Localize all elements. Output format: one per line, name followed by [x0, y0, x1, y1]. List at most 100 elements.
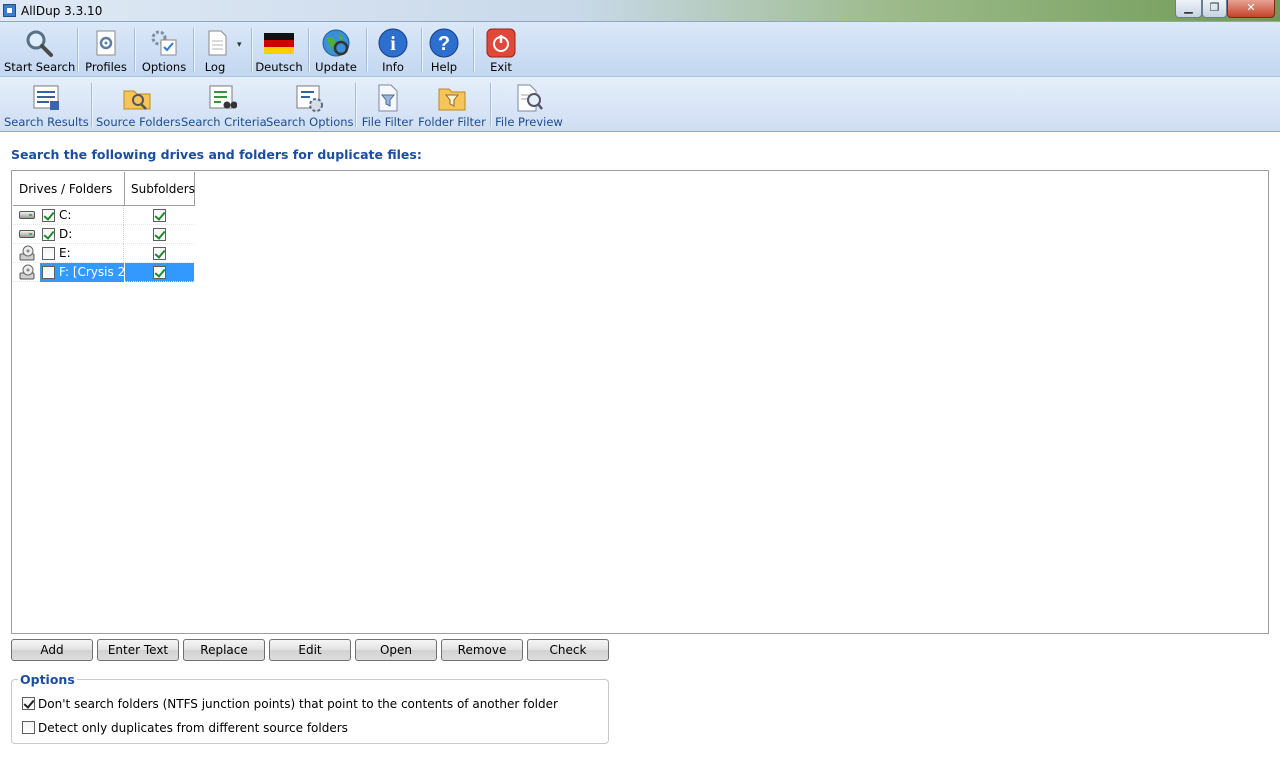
cd-drive-icon: [19, 264, 35, 280]
title-bar: AllDup 3.3.10 ▁ ❐ ✕: [0, 0, 1280, 22]
table-row[interactable]: C:: [13, 206, 194, 225]
cd-drive-icon: [19, 245, 35, 261]
help-label: Help: [430, 60, 458, 74]
edit-button[interactable]: Edit: [269, 639, 351, 661]
profiles-label: Profiles: [85, 60, 127, 74]
tab-search-options[interactable]: Search Options: [266, 77, 354, 132]
tab-folder-filter[interactable]: Folder Filter: [418, 77, 486, 132]
maximize-button[interactable]: ❐: [1202, 0, 1227, 18]
subfolders-checkbox[interactable]: [153, 266, 166, 279]
german-flag-icon: [264, 28, 294, 58]
tab-search-criteria[interactable]: Search Criteria: [181, 77, 267, 132]
tab-source-folders[interactable]: Source Folders: [96, 77, 181, 132]
drive-name: E:: [59, 246, 71, 260]
column-header-drives[interactable]: Drives / Folders: [13, 172, 125, 206]
tab-search-results-label: Search Results: [4, 115, 89, 129]
options-group-title: Options: [18, 672, 77, 687]
table-row[interactable]: D:: [13, 225, 194, 244]
subfolders-cell[interactable]: [125, 225, 194, 244]
log-icon: [202, 28, 232, 58]
drive-name: F: [Crysis 2]: [59, 265, 130, 279]
tab-search-options-label: Search Options: [266, 115, 354, 129]
check-button[interactable]: Check: [527, 639, 609, 661]
table-row[interactable]: E:: [13, 244, 194, 263]
search-options-icon: [294, 83, 324, 113]
window-title: AllDup 3.3.10: [21, 4, 103, 18]
minimize-button[interactable]: ▁: [1175, 0, 1202, 18]
deutsch-label: Deutsch: [255, 60, 303, 74]
options-button[interactable]: Options: [139, 22, 189, 77]
help-icon: ?: [429, 28, 459, 58]
deutsch-button[interactable]: Deutsch: [255, 22, 303, 77]
tab-file-filter-label: File Filter: [361, 115, 414, 129]
close-button[interactable]: ✕: [1227, 0, 1275, 18]
skip-junction-points-checkbox[interactable]: [22, 697, 35, 710]
exit-button[interactable]: Exit: [478, 22, 524, 77]
column-header-subfolders[interactable]: Subfolders: [125, 172, 195, 206]
info-icon: i: [378, 28, 408, 58]
toolbar-separator: [366, 28, 367, 72]
tab-folder-filter-label: Folder Filter: [418, 115, 486, 129]
toolbar-separator: [355, 83, 356, 127]
help-button[interactable]: ? Help: [421, 22, 467, 77]
start-search-button[interactable]: Start Search: [4, 22, 76, 77]
power-icon: [486, 28, 516, 58]
file-preview-icon: [514, 83, 544, 113]
different-source-folders-checkbox[interactable]: [22, 721, 35, 734]
toolbar-separator: [91, 83, 92, 127]
tab-file-preview-label: File Preview: [495, 115, 563, 129]
replace-button[interactable]: Replace: [183, 639, 265, 661]
different-source-folders-label[interactable]: Detect only duplicates from different so…: [38, 721, 348, 735]
toolbar-separator: [193, 28, 194, 72]
toolbar-separator: [77, 28, 78, 72]
drive-include-checkbox[interactable]: [42, 266, 55, 279]
log-dropdown-arrow[interactable]: ▾: [237, 40, 242, 50]
tab-search-results[interactable]: Search Results: [4, 77, 89, 132]
source-folders-grid[interactable]: Drives / Folders Subfolders C: D: E: F: …: [11, 170, 1269, 634]
options-icon: [149, 28, 179, 58]
subfolders-checkbox[interactable]: [153, 228, 166, 241]
options-group: Options Don't search folders (NTFS junct…: [11, 672, 609, 744]
tab-toolbar: Search Results Source Folders Search Cri…: [0, 77, 1280, 132]
open-button[interactable]: Open: [355, 639, 437, 661]
info-button[interactable]: i Info: [370, 22, 416, 77]
enter-text-button[interactable]: Enter Text: [97, 639, 179, 661]
exit-label: Exit: [490, 60, 512, 74]
hard-drive-icon: [19, 211, 35, 219]
subfolders-checkbox[interactable]: [153, 209, 166, 222]
info-label: Info: [382, 60, 404, 74]
toolbar-separator: [134, 28, 135, 72]
start-search-label: Start Search: [4, 60, 76, 74]
main-toolbar: Start Search Profiles Options ▾ Log Deut…: [0, 22, 1280, 77]
drive-cell[interactable]: E:: [13, 244, 124, 263]
table-row[interactable]: F: [Crysis 2]: [13, 263, 194, 282]
subfolders-cell[interactable]: [125, 206, 194, 225]
add-button[interactable]: Add: [11, 639, 93, 661]
subfolders-checkbox[interactable]: [153, 247, 166, 260]
help-glyph: ?: [438, 33, 450, 55]
toolbar-separator: [473, 28, 474, 72]
toolbar-separator: [308, 28, 309, 72]
file-filter-icon: [373, 83, 403, 113]
log-label: Log: [204, 60, 226, 74]
drive-cell[interactable]: C:: [13, 206, 124, 225]
tab-file-filter[interactable]: File Filter: [360, 77, 415, 132]
drive-name: C:: [59, 208, 72, 222]
drive-cell[interactable]: D:: [13, 225, 124, 244]
drive-include-checkbox[interactable]: [42, 228, 55, 241]
tab-file-preview[interactable]: File Preview: [495, 77, 563, 132]
subfolders-cell[interactable]: [125, 244, 194, 263]
update-button[interactable]: Update: [312, 22, 360, 77]
profiles-icon: [91, 28, 121, 58]
search-results-icon: [31, 83, 61, 113]
profiles-button[interactable]: Profiles: [82, 22, 130, 77]
drive-include-checkbox[interactable]: [42, 247, 55, 260]
drive-cell[interactable]: F: [Crysis 2]: [13, 263, 130, 282]
update-label: Update: [315, 60, 357, 74]
log-button[interactable]: ▾ Log: [197, 22, 247, 77]
remove-button[interactable]: Remove: [441, 639, 523, 661]
drive-include-checkbox[interactable]: [42, 209, 55, 222]
skip-junction-points-label[interactable]: Don't search folders (NTFS junction poin…: [38, 697, 558, 711]
subfolders-cell[interactable]: [125, 263, 194, 282]
drive-name: D:: [59, 227, 73, 241]
